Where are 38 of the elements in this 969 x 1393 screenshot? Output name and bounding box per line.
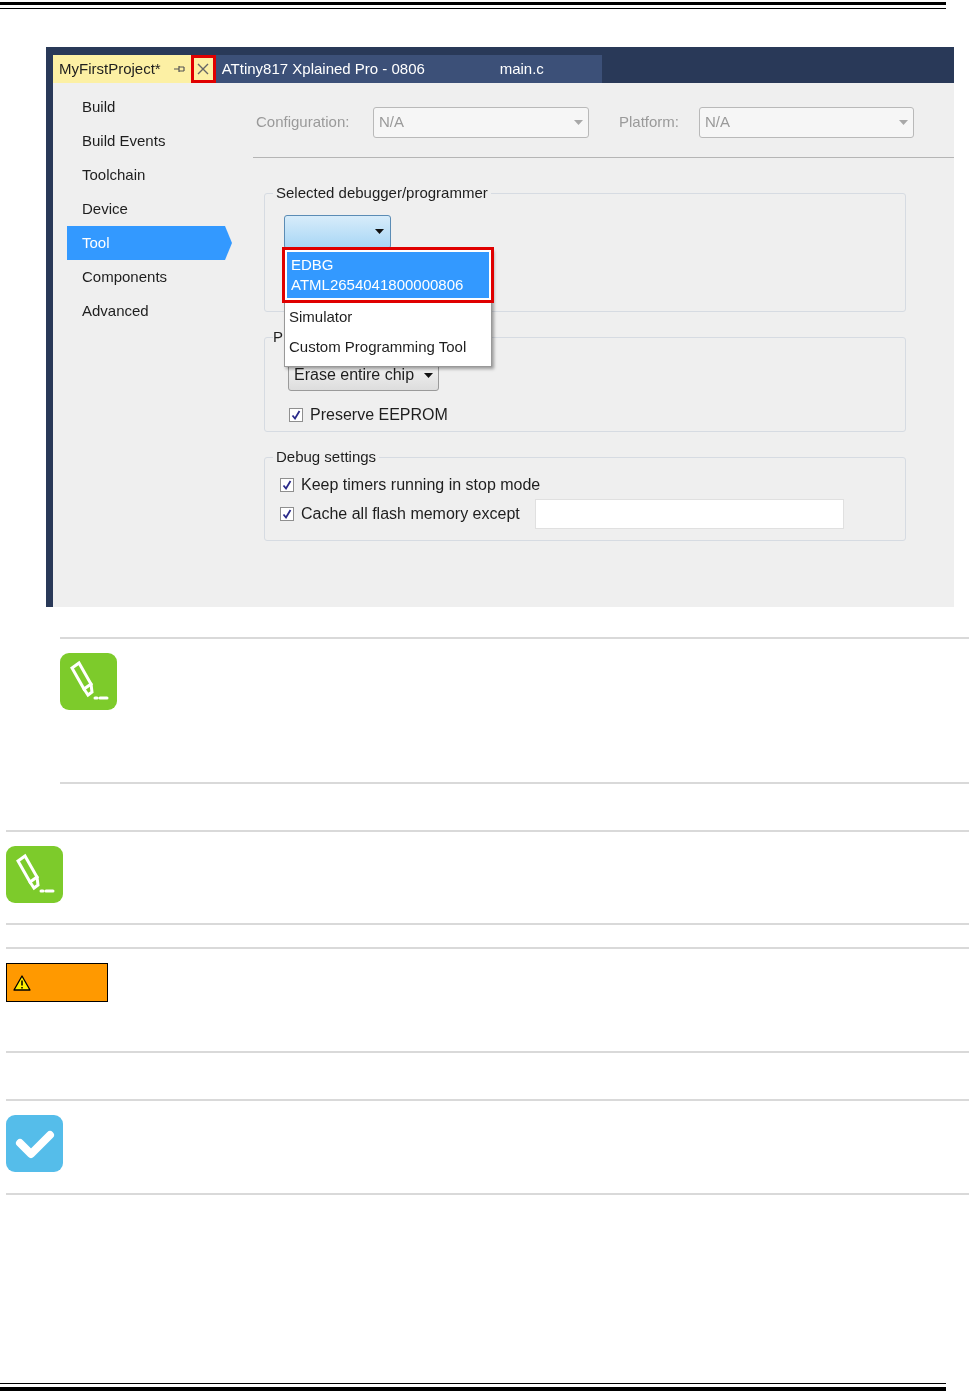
close-icon [197,63,210,75]
sidebar-item[interactable]: Device [67,192,232,226]
checkbox[interactable] [280,506,294,521]
checkbox-label: Preserve EEPROM [310,404,448,425]
configuration-label: Configuration: [256,112,351,133]
platform-label: Platform: [619,112,680,133]
sidebar-item[interactable]: Build Events [67,124,232,158]
sidebar-item[interactable]: Build [67,90,232,124]
option-text: Simulator [289,306,354,327]
pin-icon[interactable] [172,64,185,74]
sidebar-item[interactable]: Components [67,260,232,294]
sidebar-item[interactable]: Toolchain [67,158,232,192]
checkmark-icon [6,1115,63,1172]
dropdown-option[interactable]: Custom Programming Tool [285,331,491,362]
checkbox-label: Keep timers running in stop mode [301,474,541,495]
document-tab[interactable]: MyFirstProject* [53,55,216,83]
option-text: EDBG [291,254,335,275]
pen-icon [60,653,117,710]
group-title: Debug settings [275,447,378,467]
document-tab[interactable]: ATtiny817 Xplained Pro - 0806 [215,55,494,83]
pen-icon [6,846,63,903]
group-title: Selected debugger/programmer [275,183,489,203]
caret-icon [574,120,583,125]
checkbox[interactable] [280,477,294,492]
caret-icon [375,229,384,234]
debugger-dropdown[interactable] [284,214,391,249]
caret-icon [899,120,908,125]
warning-icon [13,974,31,991]
document-tab[interactable]: main.c [493,55,602,83]
option-text: Custom Programming Tool [289,336,468,357]
checkbox[interactable] [289,407,303,422]
input-field[interactable] [534,498,844,529]
checkbox-label: Cache all flash memory except [301,503,520,524]
sidebar-item[interactable]: Advanced [67,294,232,328]
caret-icon [424,372,433,378]
option-text: ATML2654041800000806 [291,274,465,295]
group-title: P [273,327,284,347]
dropdown-option[interactable]: Simulator [285,301,491,332]
